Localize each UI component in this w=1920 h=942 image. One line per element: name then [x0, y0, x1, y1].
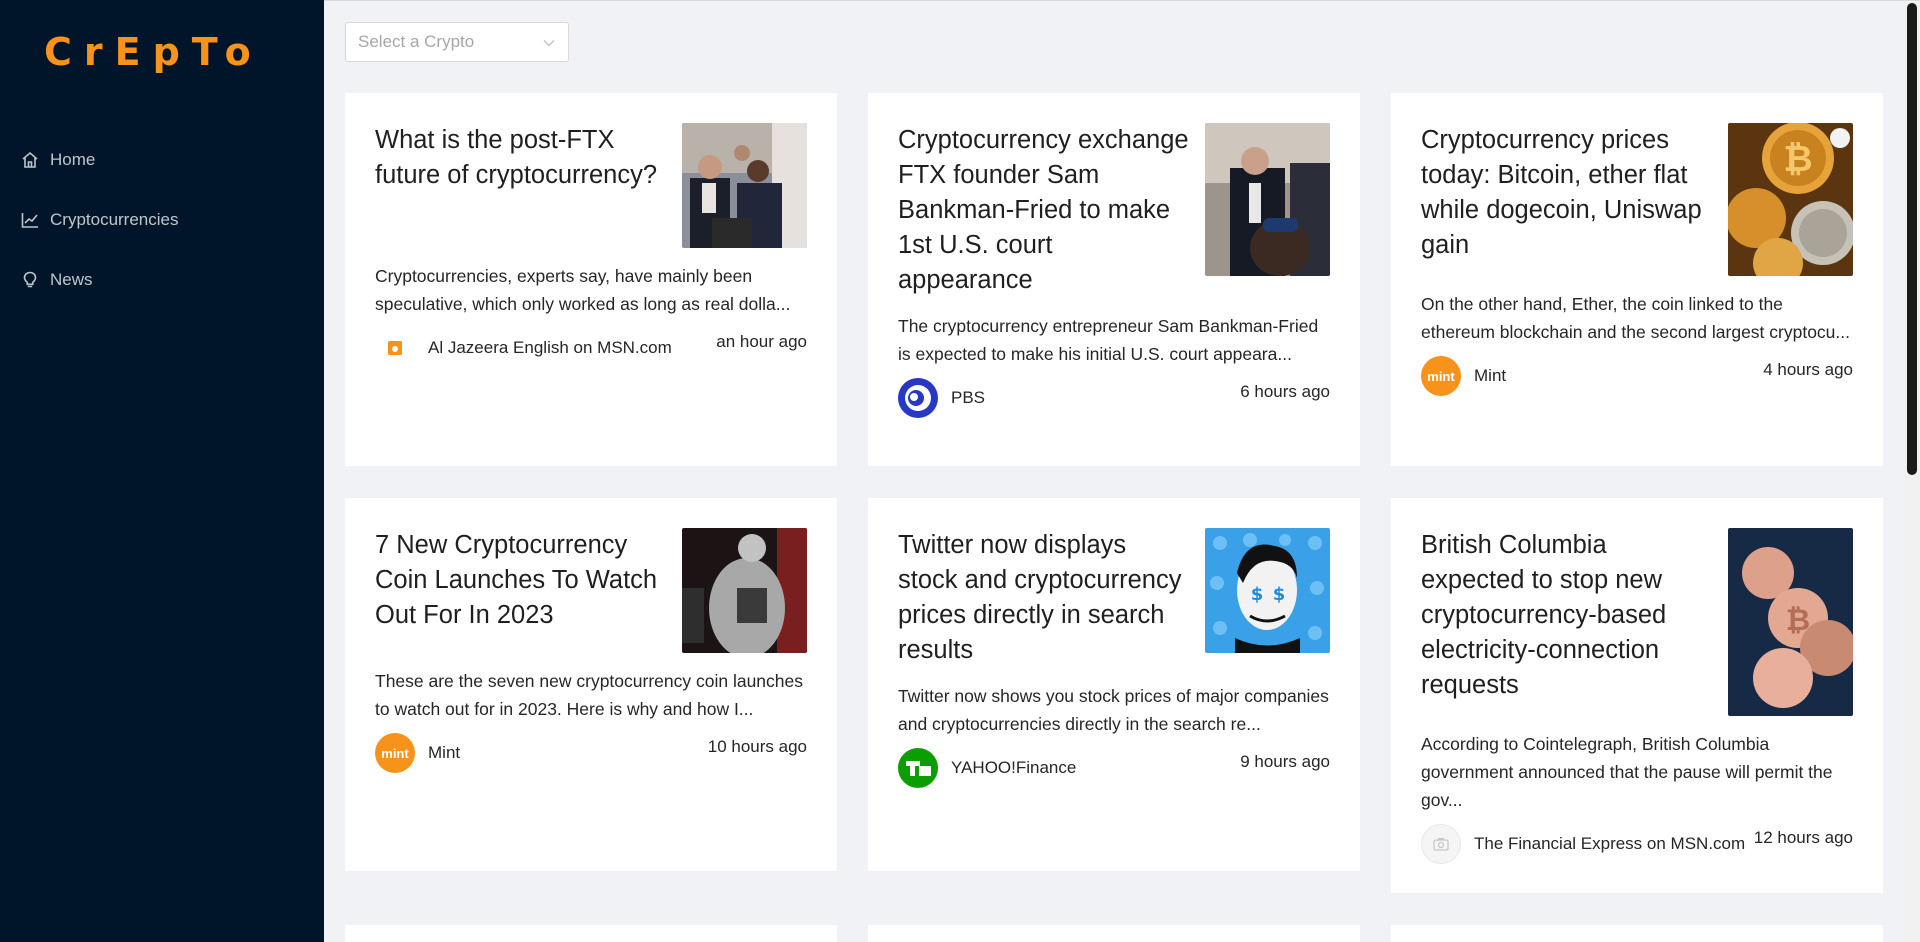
news-time: 6 hours ago — [1240, 382, 1330, 401]
news-provider: The Financial Express on MSN.com — [1421, 824, 1745, 864]
news-description: Twitter now shows you stock prices of ma… — [898, 686, 1329, 734]
news-card[interactable] — [345, 925, 837, 942]
news-time: 10 hours ago — [707, 737, 807, 756]
news-card[interactable]: 7 New Cryptocurrency Coin Launches To Wa… — [345, 498, 837, 871]
provider-name: Al Jazeera English on MSN.com — [428, 338, 672, 357]
news-image: ₿ — [1728, 528, 1853, 716]
crypto-select[interactable]: Select a Crypto — [345, 22, 569, 62]
news-title[interactable]: Cryptocurrency prices today: Bitcoin, et… — [1421, 123, 1714, 276]
news-time: 9 hours ago — [1240, 752, 1330, 771]
news-provider: Al Jazeera English on MSN.com — [375, 328, 672, 368]
news-provider: mint Mint — [1421, 356, 1506, 396]
news-card[interactable] — [1391, 925, 1883, 942]
home-icon — [20, 150, 40, 170]
mint-logo-icon: mint — [1421, 356, 1461, 396]
news-image — [1205, 123, 1330, 276]
news-description: According to Cointelegraph, British Colu… — [1421, 734, 1833, 810]
news-card[interactable]: Cryptocurrency prices today: Bitcoin, et… — [1391, 93, 1883, 466]
bulb-icon — [20, 270, 40, 290]
provider-name: PBS — [951, 388, 986, 407]
news-card[interactable]: What is the post-FTX future of cryptocur… — [345, 93, 837, 466]
sidebar-item-label: Cryptocurrencies — [50, 210, 179, 229]
image-placeholder-icon — [1421, 824, 1461, 864]
sidebar-item-home[interactable]: Home — [0, 130, 324, 190]
news-card[interactable]: Cryptocurrency exchange FTX founder Sam … — [868, 93, 1360, 466]
news-title[interactable]: 7 New Cryptocurrency Coin Launches To Wa… — [375, 528, 668, 653]
sidebar: CrEpTo Home Cryptocurrencies News — [0, 0, 324, 942]
sidebar-item-news[interactable]: News — [0, 250, 324, 310]
news-description: The cryptocurrency entrepreneur Sam Bank… — [898, 316, 1319, 364]
provider-name: The Financial Express on MSN.com — [1474, 834, 1746, 853]
sidebar-item-label: News — [50, 270, 93, 289]
techcrunch-logo-icon — [898, 748, 938, 788]
news-time: 12 hours ago — [1753, 828, 1853, 847]
sidebar-menu: Home Cryptocurrencies News — [0, 130, 324, 310]
news-title[interactable]: Twitter now displays stock and cryptocur… — [898, 528, 1191, 668]
pbs-logo-icon — [898, 378, 938, 418]
crypto-select-placeholder: Select a Crypto — [358, 32, 475, 51]
news-description: On the other hand, Ether, the coin linke… — [1421, 294, 1850, 342]
scrollbar-thumb[interactable] — [1907, 3, 1917, 475]
sidebar-item-cryptocurrencies[interactable]: Cryptocurrencies — [0, 190, 324, 250]
mint-logo-icon: mint — [375, 733, 415, 773]
provider-name: Mint — [428, 743, 461, 762]
news-title[interactable]: British Columbia expected to stop new cr… — [1421, 528, 1714, 716]
news-time: 4 hours ago — [1763, 360, 1853, 379]
provider-avatar — [375, 328, 415, 368]
main-content: Select a Crypto What is the post-FTX fut… — [324, 0, 1920, 942]
news-title[interactable]: Cryptocurrency exchange FTX founder Sam … — [898, 123, 1191, 298]
news-provider: mint Mint — [375, 733, 460, 773]
svg-text:$: $ — [1251, 584, 1264, 605]
news-description: These are the seven new cryptocurrency c… — [375, 671, 804, 719]
provider-name: Mint — [1474, 366, 1507, 385]
news-card[interactable]: British Columbia expected to stop new cr… — [1391, 498, 1883, 893]
chart-icon — [20, 210, 40, 230]
news-card[interactable] — [868, 925, 1360, 942]
news-title[interactable]: What is the post-FTX future of cryptocur… — [375, 123, 668, 248]
news-description: Cryptocurrencies, experts say, have main… — [375, 266, 791, 314]
news-provider: YAHOO!Finance — [898, 748, 1076, 788]
scrollbar[interactable] — [1904, 1, 1920, 942]
svg-text:$: $ — [1273, 584, 1286, 605]
news-card[interactable]: Twitter now displays stock and cryptocur… — [868, 498, 1360, 871]
news-provider: PBS — [898, 378, 985, 418]
news-image — [682, 528, 807, 653]
app-logo[interactable]: CrEpTo — [44, 30, 263, 74]
news-image: ₿ — [1728, 123, 1853, 276]
chevron-down-icon — [542, 35, 556, 55]
svg-text:₿: ₿ — [1786, 603, 1810, 638]
news-image: $ $ — [1205, 528, 1330, 653]
provider-name: YAHOO!Finance — [951, 758, 1077, 777]
svg-text:₿: ₿ — [1783, 139, 1812, 180]
sidebar-item-label: Home — [50, 150, 96, 169]
news-time: an hour ago — [716, 332, 807, 351]
news-image — [682, 123, 807, 248]
